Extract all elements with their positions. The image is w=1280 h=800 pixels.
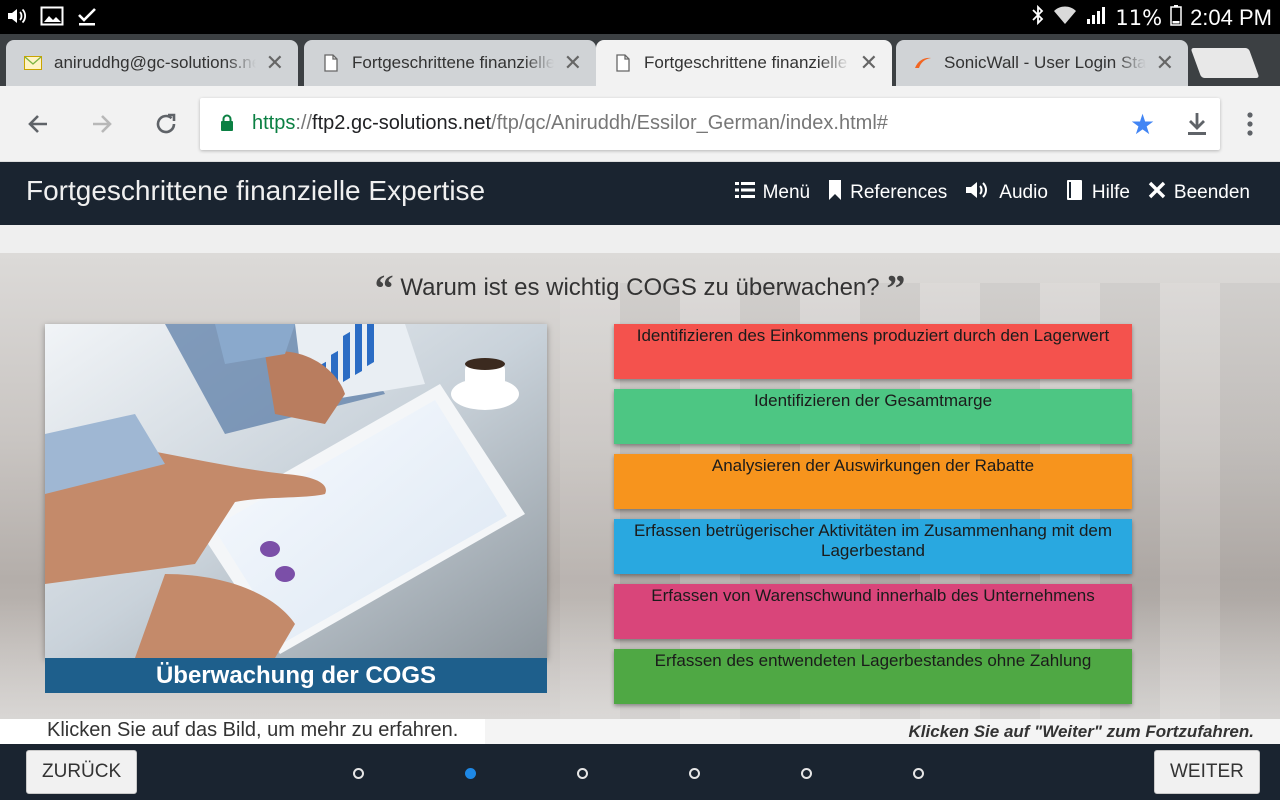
help-button[interactable]: Hilfe [1066, 179, 1130, 207]
course-header: Fortgeschrittene finanzielle Expertise M… [0, 162, 1280, 225]
battery-percent: 11% [1115, 5, 1163, 30]
course-title: Fortgeschrittene finanzielle Expertise [26, 175, 486, 206]
new-tab-button[interactable] [1190, 48, 1260, 78]
tablet-chart-illustration [45, 324, 547, 658]
next-button[interactable]: WEITER [1154, 750, 1260, 794]
continue-instruction: Klicken Sie auf "Weiter" zum Fortzufahre… [908, 722, 1254, 741]
back-icon[interactable] [22, 108, 54, 140]
page-dot[interactable] [689, 768, 700, 779]
tab-title: SonicWall - User Login Statu [944, 53, 1146, 72]
close-tab-icon[interactable]: ✕ [266, 51, 284, 76]
close-tab-icon[interactable]: ✕ [564, 51, 582, 76]
book-icon [1066, 179, 1084, 207]
slide-navigation: ZURÜCK WEITER [0, 744, 1280, 800]
page-dot[interactable] [465, 768, 476, 779]
speaker-icon [965, 179, 991, 207]
help-label: Hilfe [1091, 182, 1130, 203]
answer-option[interactable]: Erfassen des entwendeten Lagerbestandes … [614, 649, 1132, 704]
download-done-icon [76, 5, 98, 32]
page-indicator [353, 768, 924, 779]
volume-icon [6, 5, 28, 32]
url-host: ftp2.gc-solutions.net [312, 112, 492, 134]
more-menu-icon[interactable] [1238, 108, 1262, 140]
address-bar[interactable]: https://ftp2.gc-solutions.net/ftp/qc/Ani… [200, 98, 1220, 150]
answer-option[interactable]: Erfassen von Warenschwund innerhalb des … [614, 584, 1132, 639]
url-separator: :// [295, 112, 313, 134]
list-icon [734, 181, 755, 205]
answer-option[interactable]: Analysieren der Auswirkungen der Rabatte [614, 454, 1132, 509]
exit-button[interactable]: Beenden [1148, 181, 1250, 205]
image-caption[interactable]: Überwachung der COGS [45, 658, 547, 693]
status-left-icons [6, 5, 98, 32]
question: “ Warum ist es wichtig COGS zu überwache… [0, 267, 1280, 311]
answer-option[interactable]: Identifizieren des Einkommens produziert… [614, 324, 1132, 379]
page-dot[interactable] [913, 768, 924, 779]
tab-title: Fortgeschrittene finanzielle [644, 53, 848, 72]
url-path: /ftp/qc/Aniruddh/Essilor_German/index.ht… [491, 112, 888, 134]
bluetooth-icon [1031, 4, 1045, 31]
battery-icon [1170, 4, 1182, 31]
sonicwall-icon [914, 54, 932, 72]
browser-tab-active[interactable]: Fortgeschrittene finanzielle ✕ [596, 40, 892, 86]
browser-tab[interactable]: aniruddhg@gc-solutions.ne ✕ [6, 40, 298, 86]
page-icon [614, 54, 632, 72]
wifi-icon [1053, 4, 1077, 31]
content-top-strip [0, 225, 1280, 253]
references-label: References [850, 182, 948, 203]
audio-button[interactable]: Audio [965, 179, 1048, 207]
download-icon[interactable] [1184, 110, 1210, 138]
tab-title: aniruddhg@gc-solutions.ne [54, 53, 256, 72]
image-instruction: Klicken Sie auf das Bild, um mehr zu erf… [0, 719, 485, 744]
close-quote-icon: ” [886, 268, 906, 310]
back-button[interactable]: ZURÜCK [26, 750, 138, 794]
instruction-strip: Klicken Sie auf das Bild, um mehr zu erf… [0, 719, 1280, 744]
clock: 2:04 PM [1190, 4, 1272, 30]
close-tab-icon[interactable]: ✕ [1156, 51, 1174, 76]
bookmark-icon [828, 179, 842, 207]
forward-icon[interactable] [86, 108, 118, 140]
menu-label: Menü [762, 182, 811, 203]
answer-option[interactable]: Identifizieren der Gesamtmarge [614, 389, 1132, 444]
lock-icon [220, 114, 234, 132]
course-nav: Menü References Audio Hilfe Beenden [734, 179, 1250, 207]
status-bar: 11% 2:04 PM [0, 0, 1280, 34]
page-dot[interactable] [801, 768, 812, 779]
browser-toolbar: https://ftp2.gc-solutions.net/ftp/qc/Ani… [0, 86, 1280, 162]
browser-tab[interactable]: Fortgeschrittene finanzielle ✕ [304, 40, 596, 86]
url-scheme: https [252, 112, 296, 134]
status-right: 11% 2:04 PM [1031, 4, 1272, 31]
signal-icon [1085, 4, 1107, 31]
mail-icon [24, 54, 42, 72]
browser-tab[interactable]: SonicWall - User Login Statu ✕ [896, 40, 1188, 86]
exit-label: Beenden [1173, 182, 1250, 203]
cogs-image[interactable] [45, 324, 547, 658]
page-icon [322, 54, 340, 72]
page-dot[interactable] [577, 768, 588, 779]
answer-option[interactable]: Erfassen betrügerischer Aktivitäten im Z… [614, 519, 1132, 574]
references-button[interactable]: References [828, 179, 947, 207]
page-dot[interactable] [353, 768, 364, 779]
question-text: Warum ist es wichtig COGS zu überwachen? [400, 274, 880, 301]
menu-button[interactable]: Menü [734, 181, 811, 205]
audio-label: Audio [999, 182, 1048, 203]
reload-icon[interactable] [150, 108, 182, 140]
open-quote-icon: “ [374, 268, 394, 310]
tab-title: Fortgeschrittene finanzielle [352, 53, 554, 72]
url-text: https://ftp2.gc-solutions.net/ftp/qc/Ani… [252, 112, 888, 135]
slide-content: “ Warum ist es wichtig COGS zu überwache… [0, 253, 1280, 719]
tab-strip: aniruddhg@gc-solutions.ne ✕ Fortgeschrit… [0, 34, 1280, 86]
bookmark-star-icon[interactable]: ★ [1130, 108, 1155, 141]
close-tab-icon[interactable]: ✕ [860, 51, 878, 76]
gallery-icon [40, 5, 64, 32]
close-icon [1148, 181, 1166, 205]
